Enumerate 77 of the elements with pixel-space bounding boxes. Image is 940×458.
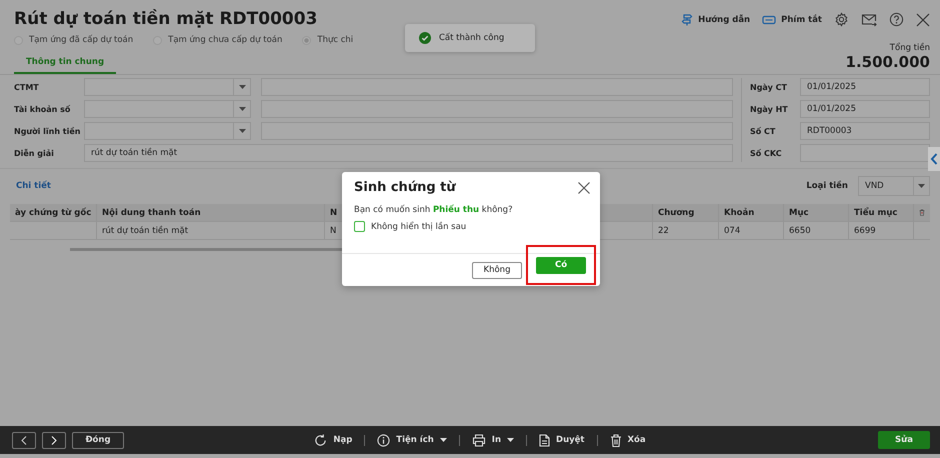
- dialog-title: Sinh chứng từ: [354, 180, 456, 195]
- refresh-icon: [314, 434, 328, 446]
- input-field[interactable]: rút dự toán tiền mặt: [84, 144, 733, 162]
- caret-icon: [238, 85, 246, 89]
- table-cell: 6699: [849, 222, 914, 239]
- section-title: Chi tiết: [16, 181, 51, 191]
- payment-type-radio[interactable]: Thực chi: [302, 35, 354, 45]
- table-cell: 22: [653, 222, 719, 239]
- column-header[interactable]: Khoản: [719, 204, 784, 221]
- table-cell: 6650: [784, 222, 849, 239]
- input-field[interactable]: [800, 144, 930, 162]
- field-label: Diễn giải: [14, 148, 55, 158]
- field-label: CTMT: [14, 82, 40, 92]
- document-icon: [539, 434, 550, 446]
- edit-button[interactable]: Sửa: [878, 431, 930, 449]
- cancel-button[interactable]: Không: [472, 262, 522, 278]
- total-amount: 1.500.000: [846, 53, 930, 71]
- guide-button[interactable]: Hướng dẫn: [681, 14, 750, 26]
- caret-icon: [238, 129, 246, 133]
- printer-icon: [472, 434, 486, 446]
- toolbar-button[interactable]: Tiện ích: [377, 434, 447, 446]
- info-icon: [377, 434, 390, 446]
- mail-icon[interactable]: [861, 12, 877, 26]
- trash-icon[interactable]: [919, 207, 925, 218]
- chevron-left-icon: [21, 436, 27, 444]
- toolbar-button[interactable]: In: [472, 434, 514, 446]
- input-field[interactable]: 01/01/2025: [800, 78, 930, 96]
- field-label: Tài khoản số: [14, 104, 72, 114]
- next-button[interactable]: [42, 432, 66, 448]
- keyboard-icon: [762, 14, 776, 24]
- chevron-right-icon: [51, 436, 57, 444]
- currency-label: Loại tiền: [806, 181, 848, 191]
- dropdown-field[interactable]: [84, 100, 251, 118]
- column-header[interactable]: Chương: [653, 204, 719, 221]
- chevron-left-icon: [930, 153, 938, 165]
- help-icon[interactable]: [889, 12, 904, 27]
- field-label: Số CT: [750, 126, 776, 136]
- page-title: Rút dự toán tiền mặt RDT00003: [14, 9, 318, 29]
- caret-icon: [918, 184, 925, 188]
- column-header[interactable]: ày chứng từ gốc: [10, 204, 97, 221]
- toolbar-button[interactable]: Duyệt: [539, 434, 584, 446]
- toolbar-button[interactable]: Nạp: [314, 434, 352, 446]
- settings-icon[interactable]: [834, 12, 849, 27]
- column-header[interactable]: Nội dung thanh toán: [97, 204, 325, 221]
- dont-show-checkbox[interactable]: Không hiển thị lần sau: [354, 221, 600, 232]
- table-cell: 074: [719, 222, 784, 239]
- caret-icon: [440, 438, 447, 442]
- input-field[interactable]: 01/01/2025: [800, 100, 930, 118]
- confirm-button[interactable]: Có: [536, 256, 586, 274]
- collapse-tab[interactable]: [928, 147, 940, 171]
- total-label: Tổng tiền: [890, 43, 930, 53]
- field-label: Người lĩnh tiền: [14, 126, 80, 136]
- field-label: Ngày HT: [750, 104, 789, 114]
- caret-icon: [507, 438, 514, 442]
- table-cell: rút dự toán tiền mặt: [97, 222, 325, 239]
- caret-icon: [238, 107, 246, 111]
- close-icon[interactable]: [578, 182, 590, 194]
- field-label: Ngày CT: [750, 82, 788, 92]
- signpost-icon: [681, 14, 694, 26]
- payment-type-radio[interactable]: Tạm ứng chưa cấp dự toán: [153, 35, 282, 45]
- check-icon: [419, 32, 431, 44]
- toolbar-button[interactable]: Xóa: [610, 434, 646, 446]
- column-header[interactable]: Mục: [784, 204, 849, 221]
- toast-message: Cất thành công: [439, 33, 504, 43]
- dropdown-field[interactable]: [84, 122, 251, 140]
- close-button[interactable]: Đóng: [72, 432, 124, 448]
- shortcut-button[interactable]: Phím tắt: [762, 14, 822, 24]
- dropdown-field[interactable]: [84, 78, 251, 96]
- dialog-message: Bạn có muốn sinh Phiếu thu không?: [354, 205, 514, 215]
- trash-icon: [610, 434, 622, 446]
- input-field[interactable]: RDT00003: [800, 122, 930, 140]
- payment-type-radio[interactable]: Tạm ứng đã cấp dự toán: [14, 35, 134, 45]
- field-label: Số CKC: [750, 148, 783, 158]
- currency-dropdown[interactable]: VND: [858, 176, 930, 196]
- column-header[interactable]: Tiểu mục: [849, 204, 914, 221]
- previous-button[interactable]: [12, 432, 36, 448]
- close-icon[interactable]: [916, 12, 930, 26]
